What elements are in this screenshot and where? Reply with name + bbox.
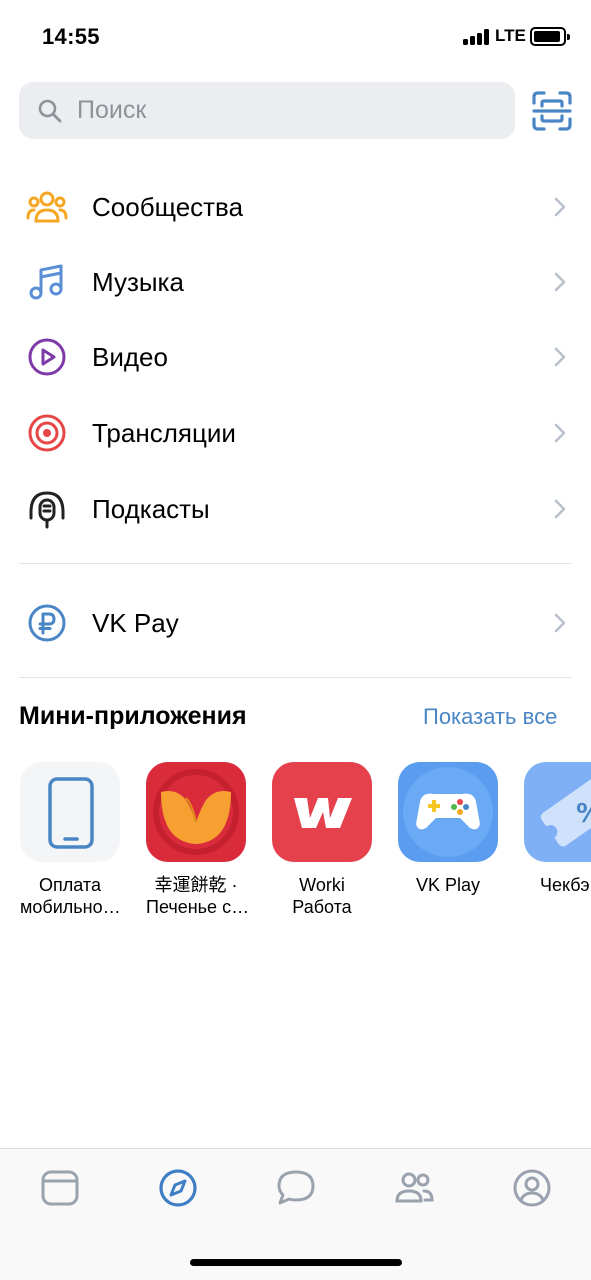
fortune-cookie-icon <box>146 762 246 862</box>
menu-label: Музыка <box>92 267 184 297</box>
chevron-right-icon <box>554 613 566 633</box>
app-name: Оплата мобильно… <box>20 875 121 917</box>
status-bar: 14:55 LTE <box>0 0 591 72</box>
music-note-icon <box>29 264 63 300</box>
chevron-right-icon <box>554 499 566 519</box>
phone-icon <box>20 762 120 862</box>
network-type: LTE <box>495 26 526 45</box>
divider <box>19 677 572 678</box>
video-play-icon <box>28 338 66 376</box>
menu-item-communities[interactable]: Сообщества <box>0 170 591 242</box>
chevron-right-icon <box>554 272 566 292</box>
broadcast-target-icon <box>28 414 66 452</box>
podcast-microphone-icon <box>29 491 65 529</box>
battery-icon <box>530 27 570 46</box>
friends-icon[interactable] <box>393 1167 435 1209</box>
explore-compass-icon[interactable] <box>157 1167 199 1209</box>
menu-item-vk-pay[interactable]: VK Pay <box>0 586 591 658</box>
chevron-right-icon <box>554 423 566 443</box>
menu-label: Сообщества <box>92 192 244 222</box>
qr-scan-icon[interactable] <box>531 90 573 132</box>
app-name: VK Play <box>415 875 481 895</box>
app-name: Чекбэ <box>540 875 590 895</box>
app-name: Worki Работа <box>292 875 352 917</box>
divider <box>19 563 572 564</box>
menu-label: Подкасты <box>92 494 210 524</box>
menu-item-broadcasts[interactable]: Трансляции <box>0 396 591 468</box>
chevron-right-icon <box>554 197 566 217</box>
signal-strength-icon <box>463 29 491 45</box>
menu-item-music[interactable]: Музыка <box>0 245 591 317</box>
menu-item-video[interactable]: Видео <box>0 320 591 392</box>
gamepad-icon <box>398 762 498 862</box>
profile-icon[interactable] <box>511 1167 553 1209</box>
communities-icon <box>26 191 68 223</box>
menu-item-podcasts[interactable]: Подкасты <box>0 472 591 544</box>
menu-label: Видео <box>92 342 168 372</box>
messages-icon[interactable] <box>275 1167 317 1209</box>
news-tab-icon[interactable] <box>39 1167 81 1209</box>
menu-label: Трансляции <box>92 418 236 448</box>
search-icon <box>38 99 62 123</box>
status-time: 14:55 <box>42 24 100 49</box>
show-all-link[interactable]: Показать все <box>423 704 557 730</box>
mini-apps-title: Мини-приложения <box>19 702 247 730</box>
ruble-circle-icon <box>28 604 66 642</box>
search-placeholder: Поиск <box>77 96 147 124</box>
menu-label: VK Pay <box>92 608 179 638</box>
app-name: 幸運餅乾 · Печенье с… <box>146 875 250 917</box>
svg-text:%: % <box>576 799 591 829</box>
worki-logo-icon <box>272 762 372 862</box>
discount-ticket-icon: % <box>524 762 591 862</box>
chevron-right-icon <box>554 347 566 367</box>
mini-apps-row: Оплата мобильно… 幸運餅乾 · Печенье с… Worki… <box>0 762 591 932</box>
home-indicator <box>190 1259 402 1266</box>
search-input[interactable]: Поиск <box>19 82 515 139</box>
